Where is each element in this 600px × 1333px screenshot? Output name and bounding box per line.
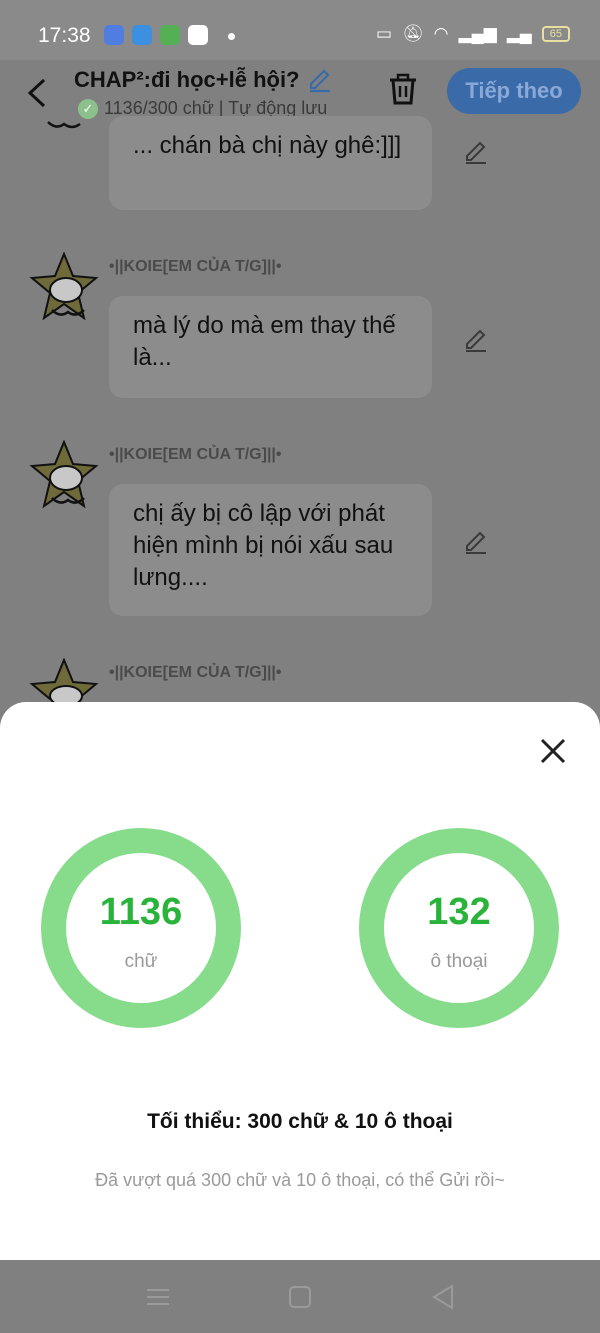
cast-icon: ▭ <box>376 24 393 43</box>
edit-title-icon[interactable] <box>306 66 334 94</box>
app-icon <box>104 25 124 45</box>
facebook-icon <box>188 25 208 45</box>
trash-icon[interactable] <box>386 72 420 106</box>
back-nav-icon[interactable] <box>428 1282 458 1312</box>
battery-icon: 65 <box>541 26 570 42</box>
message-bubble[interactable]: chị ấy bị cô lập với phát hiện mình bị n… <box>109 484 432 616</box>
edit-message-icon[interactable] <box>462 326 490 354</box>
sender-name: •||KOIE[EM CỦA T/G]||• <box>109 258 282 275</box>
wifi-icon: ◠ <box>433 24 449 43</box>
menu-icon[interactable] <box>143 1282 173 1312</box>
chapter-title: CHAP²:đi học+lễ hội? <box>74 67 300 92</box>
sender-name: •||KOIE[EM CỦA T/G]||• <box>109 664 282 681</box>
word-count-unit: chữ <box>124 951 158 972</box>
signal-icon-2: ▂▄ <box>506 24 532 43</box>
minimum-requirement: Tối thiểu: 300 chữ & 10 ô thoại <box>147 1110 453 1133</box>
signal-icon: ▂▄▆ <box>458 24 497 43</box>
app-icon <box>160 25 180 45</box>
next-button[interactable]: Tiếp theo <box>447 68 581 114</box>
title-row: CHAP²:đi học+lễ hội? <box>74 66 334 94</box>
notification-icons <box>104 25 208 45</box>
requirement-note: Đã vượt quá 300 chữ và 10 ô thoại, có th… <box>95 1170 505 1190</box>
mute-icon: 🔕︎ <box>402 24 424 43</box>
edit-message-icon[interactable] <box>462 528 490 556</box>
message-bubble[interactable]: mà lý do mà em thay thế là... <box>109 296 432 398</box>
avatar <box>29 440 99 509</box>
messenger-icon <box>132 25 152 45</box>
home-icon[interactable] <box>285 1282 315 1312</box>
message-bubble[interactable]: ... chán bà chị này ghê:]]] <box>109 116 432 210</box>
more-notifications-dot <box>228 33 235 40</box>
word-count-ring: 1136 chữ <box>41 828 241 1028</box>
sender-name: •||KOIE[EM CỦA T/G]||• <box>109 446 282 463</box>
avatar <box>29 658 99 702</box>
close-icon[interactable] <box>538 736 568 766</box>
dialog-count-unit: ô thoại <box>430 951 488 972</box>
dialog-count-ring: 132 ô thoại <box>359 828 559 1028</box>
edit-message-icon[interactable] <box>462 138 490 166</box>
word-count-value: 1136 <box>99 891 183 933</box>
word-count-sheet: 1136 chữ 132 ô thoại Tối thiểu: 300 chữ … <box>0 702 600 1260</box>
avatar <box>47 121 81 129</box>
system-icons: ▭ 🔕︎ ◠ ▂▄▆ ▂▄ 65 <box>376 24 570 44</box>
avatar <box>29 252 99 321</box>
dialog-count-value: 132 <box>427 891 491 933</box>
system-nav-bar <box>0 1260 600 1333</box>
clock: 17:38 <box>38 24 91 47</box>
